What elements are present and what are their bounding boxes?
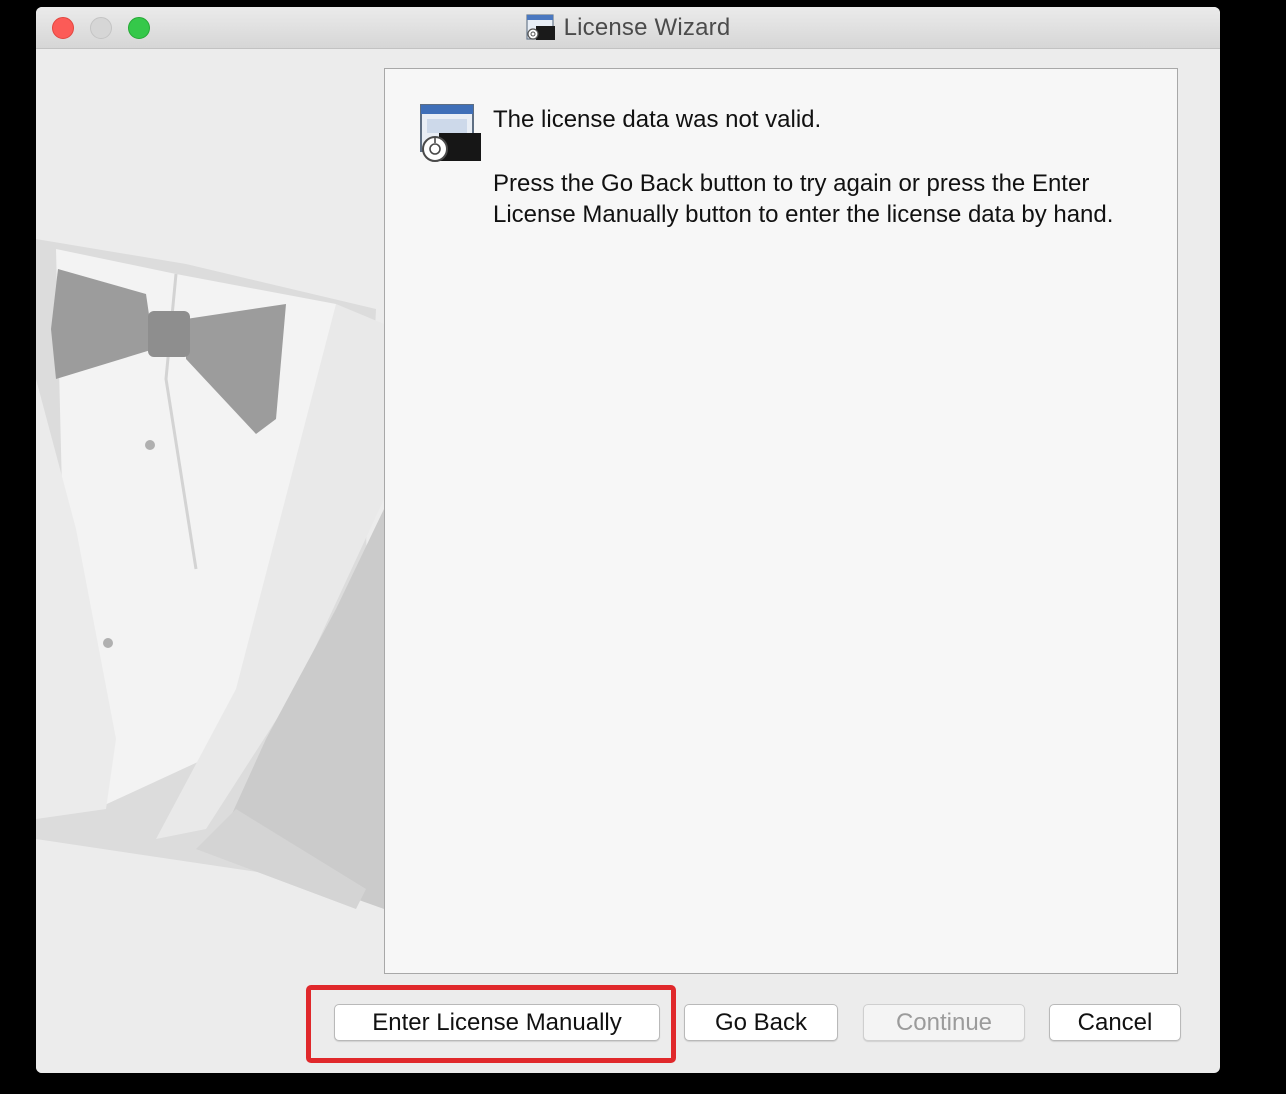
continue-button: Continue	[863, 1004, 1025, 1041]
cancel-button[interactable]: Cancel	[1049, 1004, 1181, 1041]
error-heading: The license data was not valid.	[493, 106, 822, 133]
message-panel: The license data was not valid. Press th…	[384, 68, 1178, 974]
wizard-window-icon	[525, 13, 555, 40]
window-title: License Wizard	[563, 13, 731, 41]
title-bar[interactable]: License Wizard	[36, 7, 1220, 49]
window-title-group: License Wizard	[36, 7, 1220, 48]
error-description: Press the Go Back button to try again or…	[493, 170, 1114, 228]
license-wizard-icon	[420, 104, 481, 162]
go-back-button[interactable]: Go Back	[684, 1004, 838, 1041]
tuxedo-background-art	[36, 239, 384, 1073]
license-wizard-window: License Wizard The license data was not …	[36, 7, 1220, 1073]
enter-license-manually-button[interactable]: Enter License Manually	[334, 1004, 660, 1041]
